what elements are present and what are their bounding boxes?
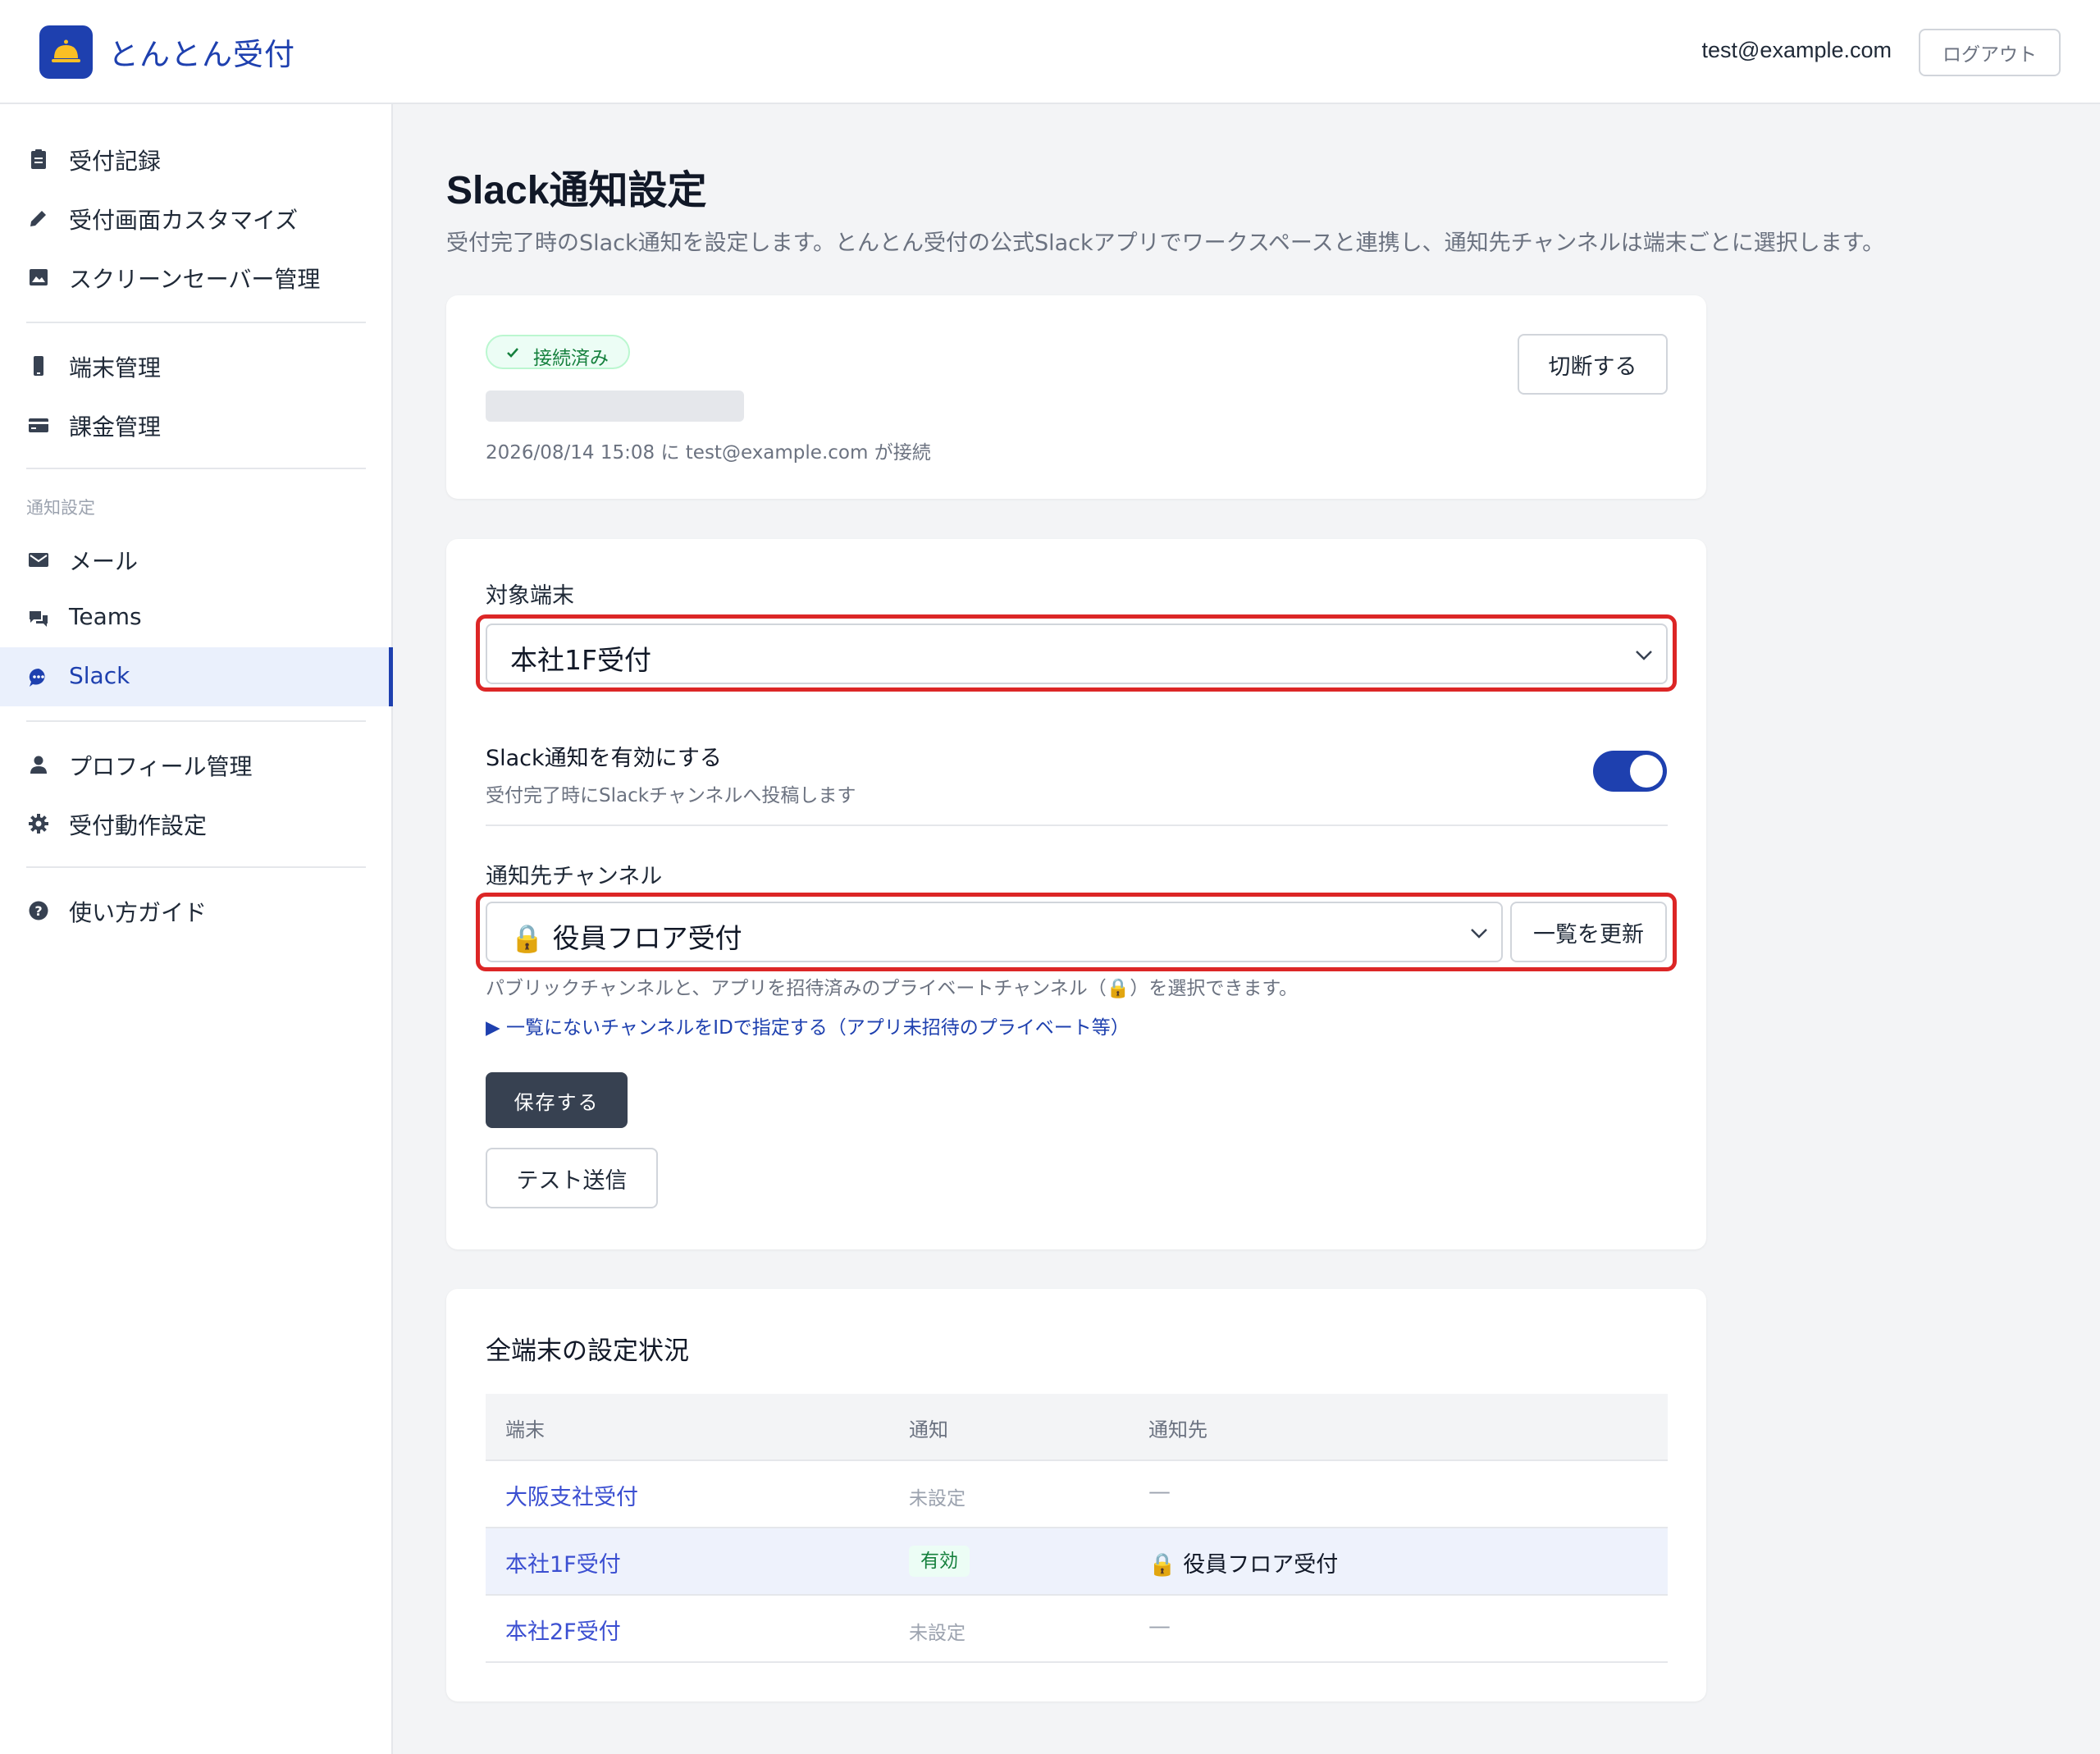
credit-card-icon xyxy=(29,418,48,432)
chat-dots-icon xyxy=(29,668,45,687)
sidebar-item-screensaver[interactable]: スクリーンセーバー管理 xyxy=(0,247,391,306)
device-link[interactable]: 本社2F受付 xyxy=(505,1614,621,1646)
toggle-knob xyxy=(1630,755,1663,788)
sidebar-divider xyxy=(26,866,366,868)
enable-subtitle: 受付完了時にSlackチャンネルへ投稿します xyxy=(486,785,856,806)
channel-select[interactable]: 🔒 役員フロア受付 xyxy=(486,902,1503,962)
test-send-button[interactable]: テスト送信 xyxy=(486,1148,658,1208)
sidebar-item-label: Slack xyxy=(69,662,130,689)
table-row: 本社2F受付 未設定 — xyxy=(486,1596,1668,1663)
save-button[interactable]: 保存する xyxy=(486,1072,628,1128)
settings-card: 対象端末 本社1F受付 Slack通知を有効にする 受付完了時にSlackチャン… xyxy=(446,539,1706,1249)
user-email: test@example.com xyxy=(1701,38,1892,62)
channel-label: 通知先チャンネル xyxy=(486,864,663,889)
mail-icon xyxy=(29,553,48,567)
image-icon xyxy=(30,269,48,285)
sidebar-item-email[interactable]: メール xyxy=(0,529,391,588)
phone-icon xyxy=(34,356,43,376)
app-header: とんとん受付 test@example.com ログアウト xyxy=(0,0,2100,104)
sidebar-item-customize[interactable]: 受付画面カスタマイズ xyxy=(0,188,391,247)
column-header-notify: 通知 xyxy=(909,1418,948,1441)
channel-help-text: パブリックチャンネルと、アプリを招待済みのプライベートチャンネル（🔒）を選択でき… xyxy=(486,978,1299,999)
sidebar-item-label: プロフィール管理 xyxy=(69,753,253,780)
sidebar-item-label: Teams xyxy=(69,603,142,630)
check-icon xyxy=(507,348,518,358)
sidebar-divider xyxy=(26,720,366,722)
sidebar-item-label: 使い方ガイド xyxy=(69,899,208,926)
sidebar-item-label: 受付動作設定 xyxy=(69,812,208,839)
status-table-title: 全端末の設定状況 xyxy=(486,1336,689,1366)
pencil-icon xyxy=(30,211,46,226)
app-title[interactable]: とんとん受付 xyxy=(108,30,295,74)
device-link[interactable]: 大阪支社受付 xyxy=(505,1479,638,1511)
sidebar-item-billing[interactable]: 課金管理 xyxy=(0,395,391,454)
channel-select-value: 🔒 役員フロア受付 xyxy=(510,922,742,954)
sidebar-item-devices[interactable]: 端末管理 xyxy=(0,336,391,395)
bell-icon xyxy=(52,39,80,62)
sidebar: 受付記録 受付画面カスタマイズ スクリーンセーバー管理 端末管理 課金管理 通知… xyxy=(0,104,393,1754)
notify-status: 未設定 xyxy=(909,1623,966,1644)
status-table: 端末 通知 通知先 大阪支社受付 未設定 — 本社1F受付 有効 🔒 役員フロア… xyxy=(486,1394,1668,1663)
channel-cell: 🔒 役員フロア受付 xyxy=(1148,1552,1339,1578)
channel-cell: — xyxy=(1148,1614,1171,1639)
sidebar-divider xyxy=(26,322,366,323)
status-badge: 接続済み xyxy=(486,335,630,369)
enable-toggle[interactable] xyxy=(1593,751,1667,792)
sidebar-item-reception-log[interactable]: 受付記録 xyxy=(0,129,391,188)
status-badge-label: 接続済み xyxy=(533,348,609,369)
logout-button[interactable]: ログアウト xyxy=(1919,29,2061,76)
column-header-device: 端末 xyxy=(505,1418,545,1441)
sidebar-item-guide[interactable]: ? 使い方ガイド xyxy=(0,880,391,939)
column-header-channel: 通知先 xyxy=(1148,1418,1208,1441)
sidebar-item-label: 受付記録 xyxy=(69,148,162,175)
status-card: 全端末の設定状況 端末 通知 通知先 大阪支社受付 未設定 — 本社1F受付 有… xyxy=(446,1289,1706,1701)
sidebar-item-label: 受付画面カスタマイズ xyxy=(69,207,299,234)
channel-cell: — xyxy=(1148,1479,1171,1505)
sidebar-item-reception-settings[interactable]: 受付動作設定 xyxy=(0,793,391,852)
device-link[interactable]: 本社1F受付 xyxy=(505,1546,621,1578)
device-select[interactable]: 本社1F受付 xyxy=(486,623,1668,684)
person-icon xyxy=(30,756,47,774)
svg-text:?: ? xyxy=(34,903,42,919)
notify-status: 未設定 xyxy=(909,1488,966,1510)
page-subtitle: 受付完了時のSlack通知を設定します。とんとん受付の公式Slackアプリでワー… xyxy=(446,231,1885,256)
device-label: 対象端末 xyxy=(486,583,574,609)
chevron-down-icon xyxy=(1636,651,1652,660)
sidebar-item-label: 端末管理 xyxy=(69,354,162,381)
chat-bubbles-icon xyxy=(30,611,48,627)
sidebar-item-profile[interactable]: プロフィール管理 xyxy=(0,734,391,793)
chevron-down-icon xyxy=(1471,929,1487,939)
sidebar-section-notify: 通知設定 xyxy=(26,498,95,518)
sidebar-item-label: スクリーンセーバー管理 xyxy=(69,266,321,293)
table-row: 大阪支社受付 未設定 — xyxy=(486,1461,1668,1528)
device-select-value: 本社1F受付 xyxy=(510,644,651,676)
sidebar-item-teams[interactable]: Teams xyxy=(0,588,391,647)
refresh-channels-button[interactable]: 一覧を更新 xyxy=(1510,902,1667,962)
gear-icon xyxy=(29,814,48,834)
notify-status-badge: 有効 xyxy=(909,1546,970,1577)
help-circle-icon: ? xyxy=(29,901,48,920)
settings-divider xyxy=(486,824,1668,826)
app-logo[interactable] xyxy=(39,25,93,79)
sidebar-item-label: 課金管理 xyxy=(69,413,162,441)
disconnect-button[interactable]: 切断する xyxy=(1518,334,1668,395)
specify-channel-id-link[interactable]: ▶ 一覧にないチャンネルをIDで指定する（アプリ未招待のプライベート等） xyxy=(486,1012,1130,1039)
workspace-name-placeholder xyxy=(486,391,744,422)
table-row: 本社1F受付 有効 🔒 役員フロア受付 xyxy=(486,1528,1668,1596)
connected-info: 2026/08/14 15:08 に test@example.com が接続 xyxy=(486,442,931,464)
enable-title: Slack通知を有効にする xyxy=(486,746,722,771)
table-header: 端末 通知 通知先 xyxy=(486,1394,1668,1461)
clipboard-icon xyxy=(31,149,46,169)
connection-card: 接続済み 2026/08/14 15:08 に test@example.com… xyxy=(446,295,1706,499)
page-title: Slack通知設定 xyxy=(446,169,707,212)
sidebar-item-slack[interactable]: Slack xyxy=(0,647,393,706)
sidebar-divider xyxy=(26,468,366,469)
sidebar-item-label: メール xyxy=(69,548,139,575)
